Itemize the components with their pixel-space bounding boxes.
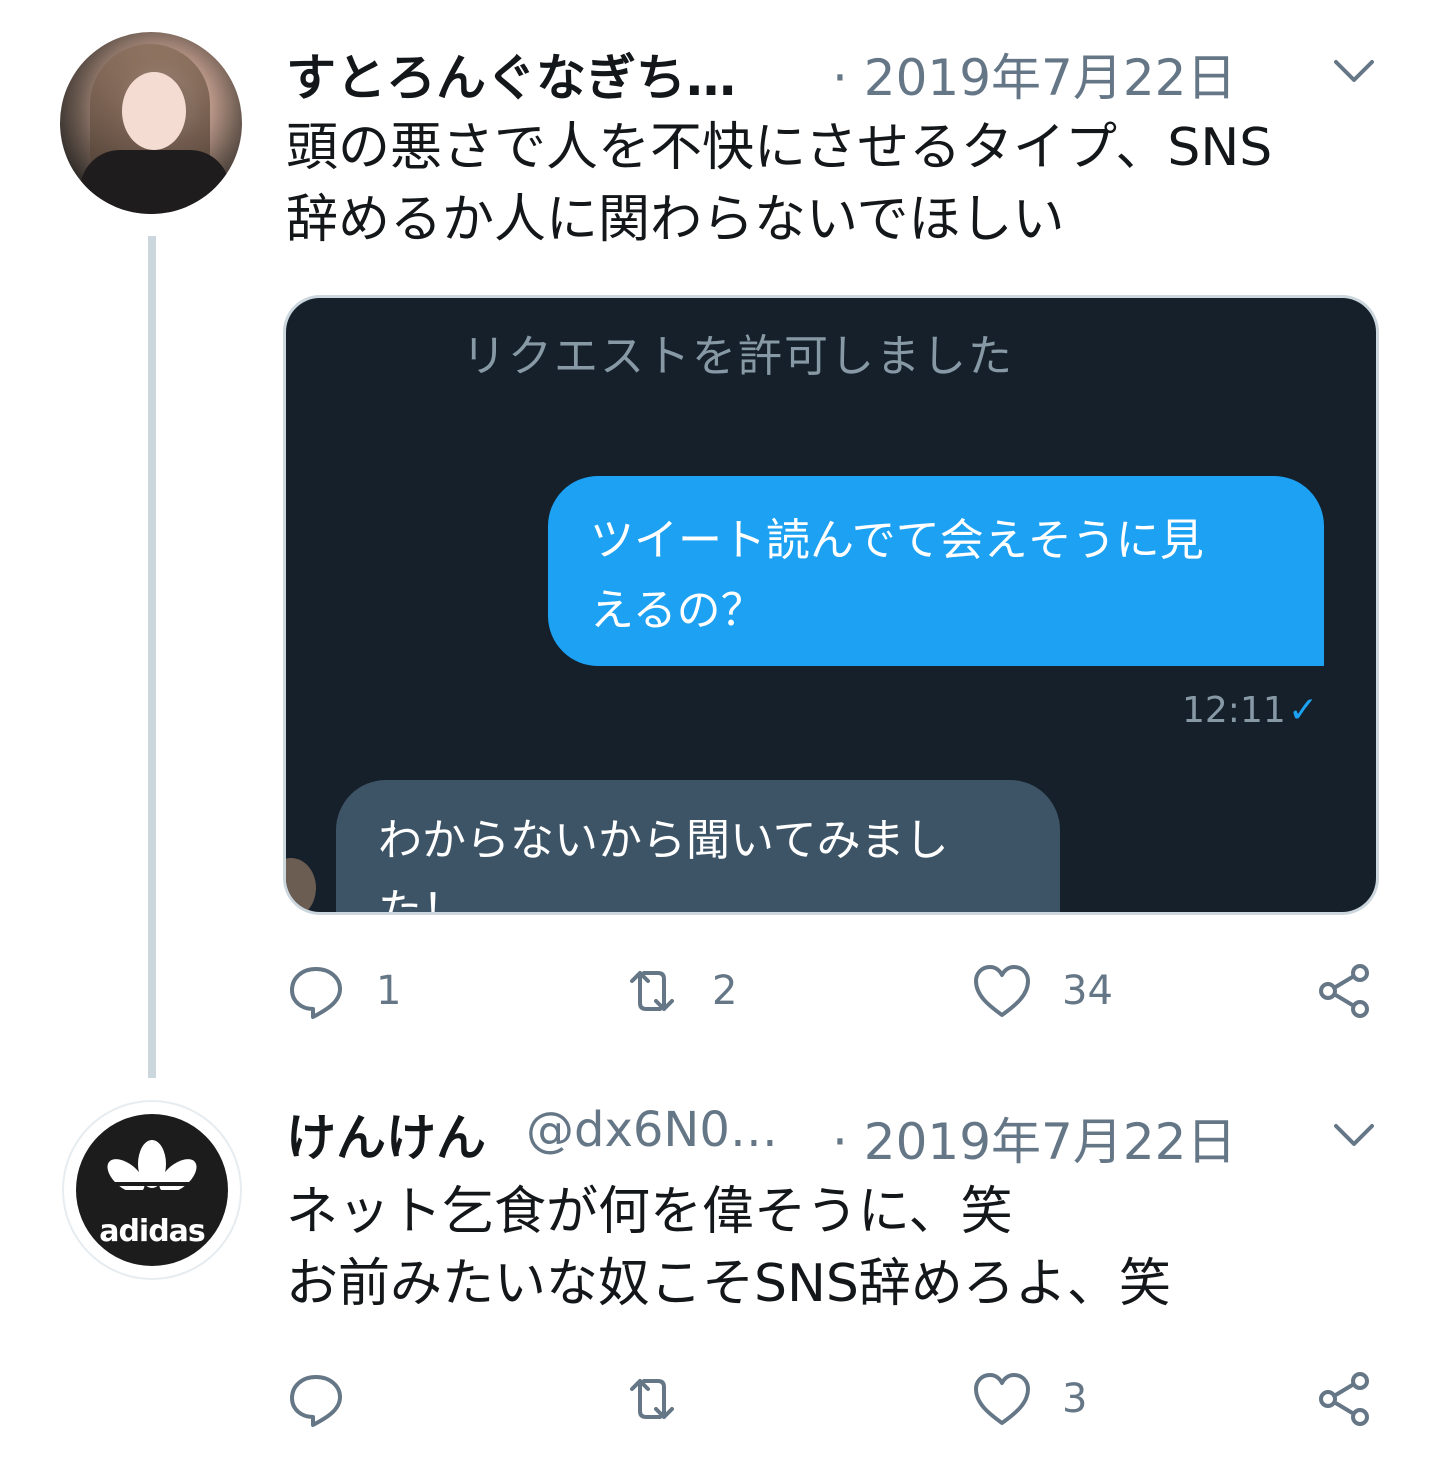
message-line: た！: [378, 885, 466, 912]
message-timestamp: 12:11: [1182, 690, 1286, 731]
chevron-down-icon[interactable]: [1332, 56, 1376, 86]
message-line: ツイート読んでて会えそうに見: [590, 515, 1204, 566]
share-button[interactable]: [1314, 1364, 1374, 1434]
share-icon: [1319, 964, 1369, 1018]
tweet-text-line: お前みたいな奴こそSNS辞めろよ、笑: [286, 1254, 1171, 1314]
tweet-date[interactable]: · 2019年7月22日: [832, 38, 1236, 110]
tweet-actions: 1 2 34: [286, 956, 1386, 1026]
adidas-trefoil-icon: [106, 1140, 198, 1202]
reply-count: 1: [376, 968, 402, 1014]
like-icon: [974, 1373, 1030, 1425]
chevron-down-icon[interactable]: [1332, 1120, 1376, 1150]
avatar[interactable]: adidas: [62, 1100, 242, 1280]
media-image[interactable]: リクエストを許可しました ツイート読んでて会えそうに見 えるの？ 12:11 ✓…: [286, 298, 1376, 912]
reply-button[interactable]: 1: [286, 956, 401, 1026]
tweet-date[interactable]: · 2019年7月22日: [832, 1102, 1236, 1174]
like-count: 34: [1062, 968, 1113, 1014]
share-icon: [1319, 1372, 1369, 1426]
tweet-text-line: 頭の悪さで人を不快にさせるタイプ、SNS: [286, 118, 1273, 178]
tweet-text-line: ネット乞食が何を偉そうに、笑: [286, 1182, 1013, 1242]
request-accepted-text: リクエストを許可しました: [462, 331, 1014, 382]
retweet-count: 2: [712, 968, 738, 1014]
read-check-icon: ✓: [1288, 690, 1319, 731]
outgoing-message-bubble: ツイート読んでて会えそうに見 えるの？: [548, 476, 1324, 666]
tweet-text-line: 辞めるか人に関わらないでほしい: [286, 190, 1065, 250]
message-line: えるの？: [590, 585, 765, 636]
retweet-icon: [630, 1379, 674, 1419]
retweet-button[interactable]: 2: [622, 956, 737, 1026]
like-button[interactable]: 34: [972, 956, 1113, 1026]
display-name[interactable]: けんけん: [286, 1098, 486, 1170]
message-line: わからないから聞いてみまし: [378, 815, 949, 866]
share-button[interactable]: [1314, 956, 1374, 1026]
reply-icon: [290, 1375, 342, 1427]
like-button[interactable]: 3: [972, 1364, 1087, 1434]
sender-avatar: [286, 858, 316, 912]
user-handle[interactable]: @dx6N0…: [526, 1102, 778, 1158]
tweet[interactable]: すとろんぐなぎち… · 2019年7月22日 頭の悪さで人を不快にさせるタイプ、…: [0, 0, 1440, 1080]
reply-button[interactable]: [286, 1364, 376, 1434]
retweet-button[interactable]: [622, 1364, 712, 1434]
like-icon: [974, 965, 1030, 1017]
like-count: 3: [1062, 1376, 1088, 1422]
incoming-message-bubble: わからないから聞いてみまし た！: [336, 780, 1060, 912]
thread-connector: [148, 236, 156, 1078]
reply-icon: [290, 967, 342, 1019]
tweet[interactable]: adidas けんけん @dx6N0… · 2019年7月22日 ネット乞食が何…: [0, 1080, 1440, 1467]
avatar-logo-text: adidas: [99, 1214, 206, 1249]
display-name[interactable]: すとろんぐなぎち…: [286, 38, 736, 110]
tweet-actions: 3: [286, 1364, 1386, 1434]
retweet-icon: [630, 971, 674, 1011]
avatar[interactable]: [60, 32, 242, 214]
